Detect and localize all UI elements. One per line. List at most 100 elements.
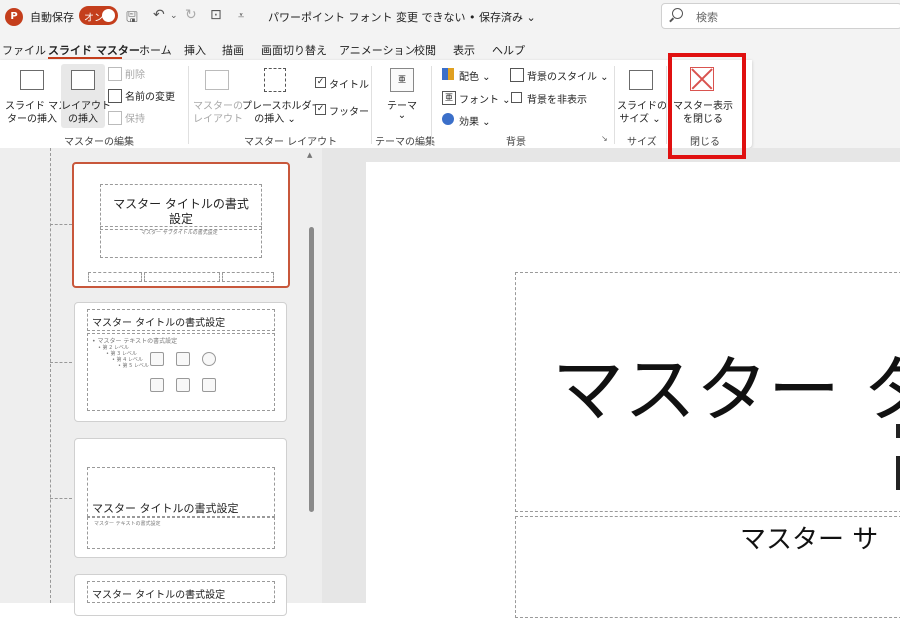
slide-size-label-2: サイズ ⌄ [619,114,661,125]
tab-insert[interactable]: 挿入 [184,42,206,58]
toggle-knob [102,9,115,22]
title-second-line-fragment [896,456,900,490]
redo-icon[interactable]: ↻ [185,7,197,23]
undo-dropdown-icon[interactable]: ⌄ [170,11,178,21]
placeholder-icon [264,68,286,92]
master-layout-icon [205,70,229,90]
tab-home[interactable]: ホーム [139,42,172,58]
content-placeholder: • マスター テキストの書式設定 • 第 2 レベル • 第 3 レベル • 第… [87,333,275,411]
insert-chart-icon [202,378,216,392]
background-launcher-icon[interactable]: ↘ [601,134,608,143]
insert-table-icon [176,378,190,392]
body-level-5: • 第 5 レベル [118,363,149,369]
tab-animations[interactable]: アニメーション [339,42,416,58]
slide-master-icon [20,70,44,90]
customize-icon[interactable]: ⩡ [238,9,244,23]
connector-line [50,362,72,363]
thumbnail-title-2: 設定 [168,212,193,226]
group-separator [188,66,189,144]
thumbnail-layout-section[interactable]: マスター タイトルの書式設定 マスター テキストの書式設定 [74,438,287,558]
effects-icon [442,113,454,125]
slide-size-button[interactable]: スライドの サイズ ⌄ [617,64,667,128]
thumbnail-layout-content[interactable]: マスター タイトルの書式設定 • マスター テキストの書式設定 • 第 2 レベ… [74,302,287,422]
hide-background-check-icon [511,92,522,103]
tab-review[interactable]: 校閲 [414,42,436,58]
group-label-theme-edit: テーマの編集 [375,137,435,148]
insert-stock-icon [176,352,190,366]
group-label-master-layout: マスター レイアウト [244,137,338,148]
page-number-placeholder [222,272,274,282]
group-separator [431,66,432,144]
title-placeholder: マスター タイトルの書式設定 [87,467,275,517]
connector-line [50,148,51,603]
effects-label: 効果 ⌄ [459,117,491,128]
title-check-icon: ✓ [315,77,326,88]
save-icon[interactable]: 🖫 [126,7,138,31]
thumbnail-subtitle: マスター サブタイトルの書式設定 [141,230,218,236]
group-label-size: サイズ [627,137,657,148]
rename-label: 名前の変更 [125,92,175,103]
insert-picture-icon [150,352,164,366]
ribbon-tabs: ファイル スライド マスター ホーム 挿入 描画 画面切り替え アニメーション … [0,36,900,60]
title-bar: P 自動保存 オン 🖫 ↶ ⌄ ↻ ⊡ ⩡ パワーポイント フォント 変更 でき… [0,0,900,36]
theme-icon: 亜 [390,68,414,92]
present-icon[interactable]: ⊡ [210,7,222,23]
group-label-background: 背景 [506,137,526,148]
tab-transitions[interactable]: 画面切り替え [261,42,327,58]
search-icon [672,8,683,19]
group-separator [614,66,615,144]
tab-view[interactable]: 表示 [453,42,475,58]
title-second-line-fragment [896,424,900,438]
autosave-toggle[interactable]: オン [79,6,118,25]
slide-size-icon [629,70,653,90]
theme-caret: ⌄ [397,110,407,121]
master-title-placeholder[interactable]: マスター タ [515,272,900,512]
tab-draw[interactable]: 描画 [222,42,244,58]
scrollbar-thumb[interactable] [309,227,314,512]
insert-layout-button[interactable]: レイアウト の挿入 [61,64,111,128]
tab-file[interactable]: ファイル [2,42,46,58]
delete-label: 削除 [125,70,145,81]
master-layout-button[interactable]: マスターの レイアウト [193,64,243,128]
powerpoint-logo-icon: P [5,8,23,26]
fonts-icon: 亜 [442,91,456,105]
autosave-label: 自動保存 [30,11,74,24]
autosave-state: オン [84,13,104,24]
preserve-label: 保持 [125,114,145,125]
undo-icon[interactable]: ↶ [153,7,165,23]
thumbnail-title: マスター タイトルの書式設定 [92,502,239,515]
thumbnail-title: マスター タイトルの書式設定 [92,590,226,601]
search-placeholder: 検索 [696,11,718,24]
background-styles-icon [510,68,524,82]
title-placeholder: マスター タイトルの書式 設定 [100,184,262,230]
date-placeholder [88,272,142,282]
preserve-icon [108,111,122,125]
ribbon-panel: スライド マス ターの挿入 レイアウト の挿入 削除 名前の変更 保持 マスター… [0,60,752,148]
group-label-master-edit: マスターの編集 [64,137,134,148]
footer-check-label: フッター [329,107,369,118]
search-box[interactable]: 検索 [661,3,900,29]
group-separator [666,66,667,144]
thumbnail-layout-title-content[interactable]: マスター タイトルの書式設定 [74,574,287,616]
text-placeholder: マスター テキストの書式設定 [87,517,275,549]
master-layout-label-2: レイアウト [193,114,243,125]
insert-layout-label-2: の挿入 [68,114,98,125]
insert-master-label-2: ターの挿入 [7,114,57,125]
fonts-label: フォント ⌄ [459,95,511,106]
title-placeholder: マスター タイトルの書式設定 [87,581,275,603]
active-tab-indicator [48,57,122,59]
slide-canvas[interactable]: マスター タ マスター サ [366,162,900,618]
scroll-up-icon[interactable]: ▲ [307,151,312,159]
footer-placeholder [144,272,220,282]
tab-slide-master[interactable]: スライド マスター [48,42,140,58]
thumbnail-subtitle: マスター テキストの書式設定 [94,521,161,527]
thumbnail-slide-master[interactable]: マスター タイトルの書式 設定 マスター サブタイトルの書式設定 [72,162,290,288]
master-title-text: マスター タ [552,348,900,432]
theme-button[interactable]: 亜 テーマ ⌄ [378,64,426,128]
insert-placeholder-button[interactable]: プレースホルダー の挿入 ⌄ [242,64,322,128]
tab-help[interactable]: ヘルプ [492,42,525,58]
insert-layout-icon [71,70,95,90]
document-title[interactable]: パワーポイント フォント 変更 できない • 保存済み ⌄ [268,9,536,25]
insert-slide-master-button[interactable]: スライド マス ターの挿入 [5,64,68,128]
placeholder-label-2: の挿入 ⌄ [254,114,296,125]
